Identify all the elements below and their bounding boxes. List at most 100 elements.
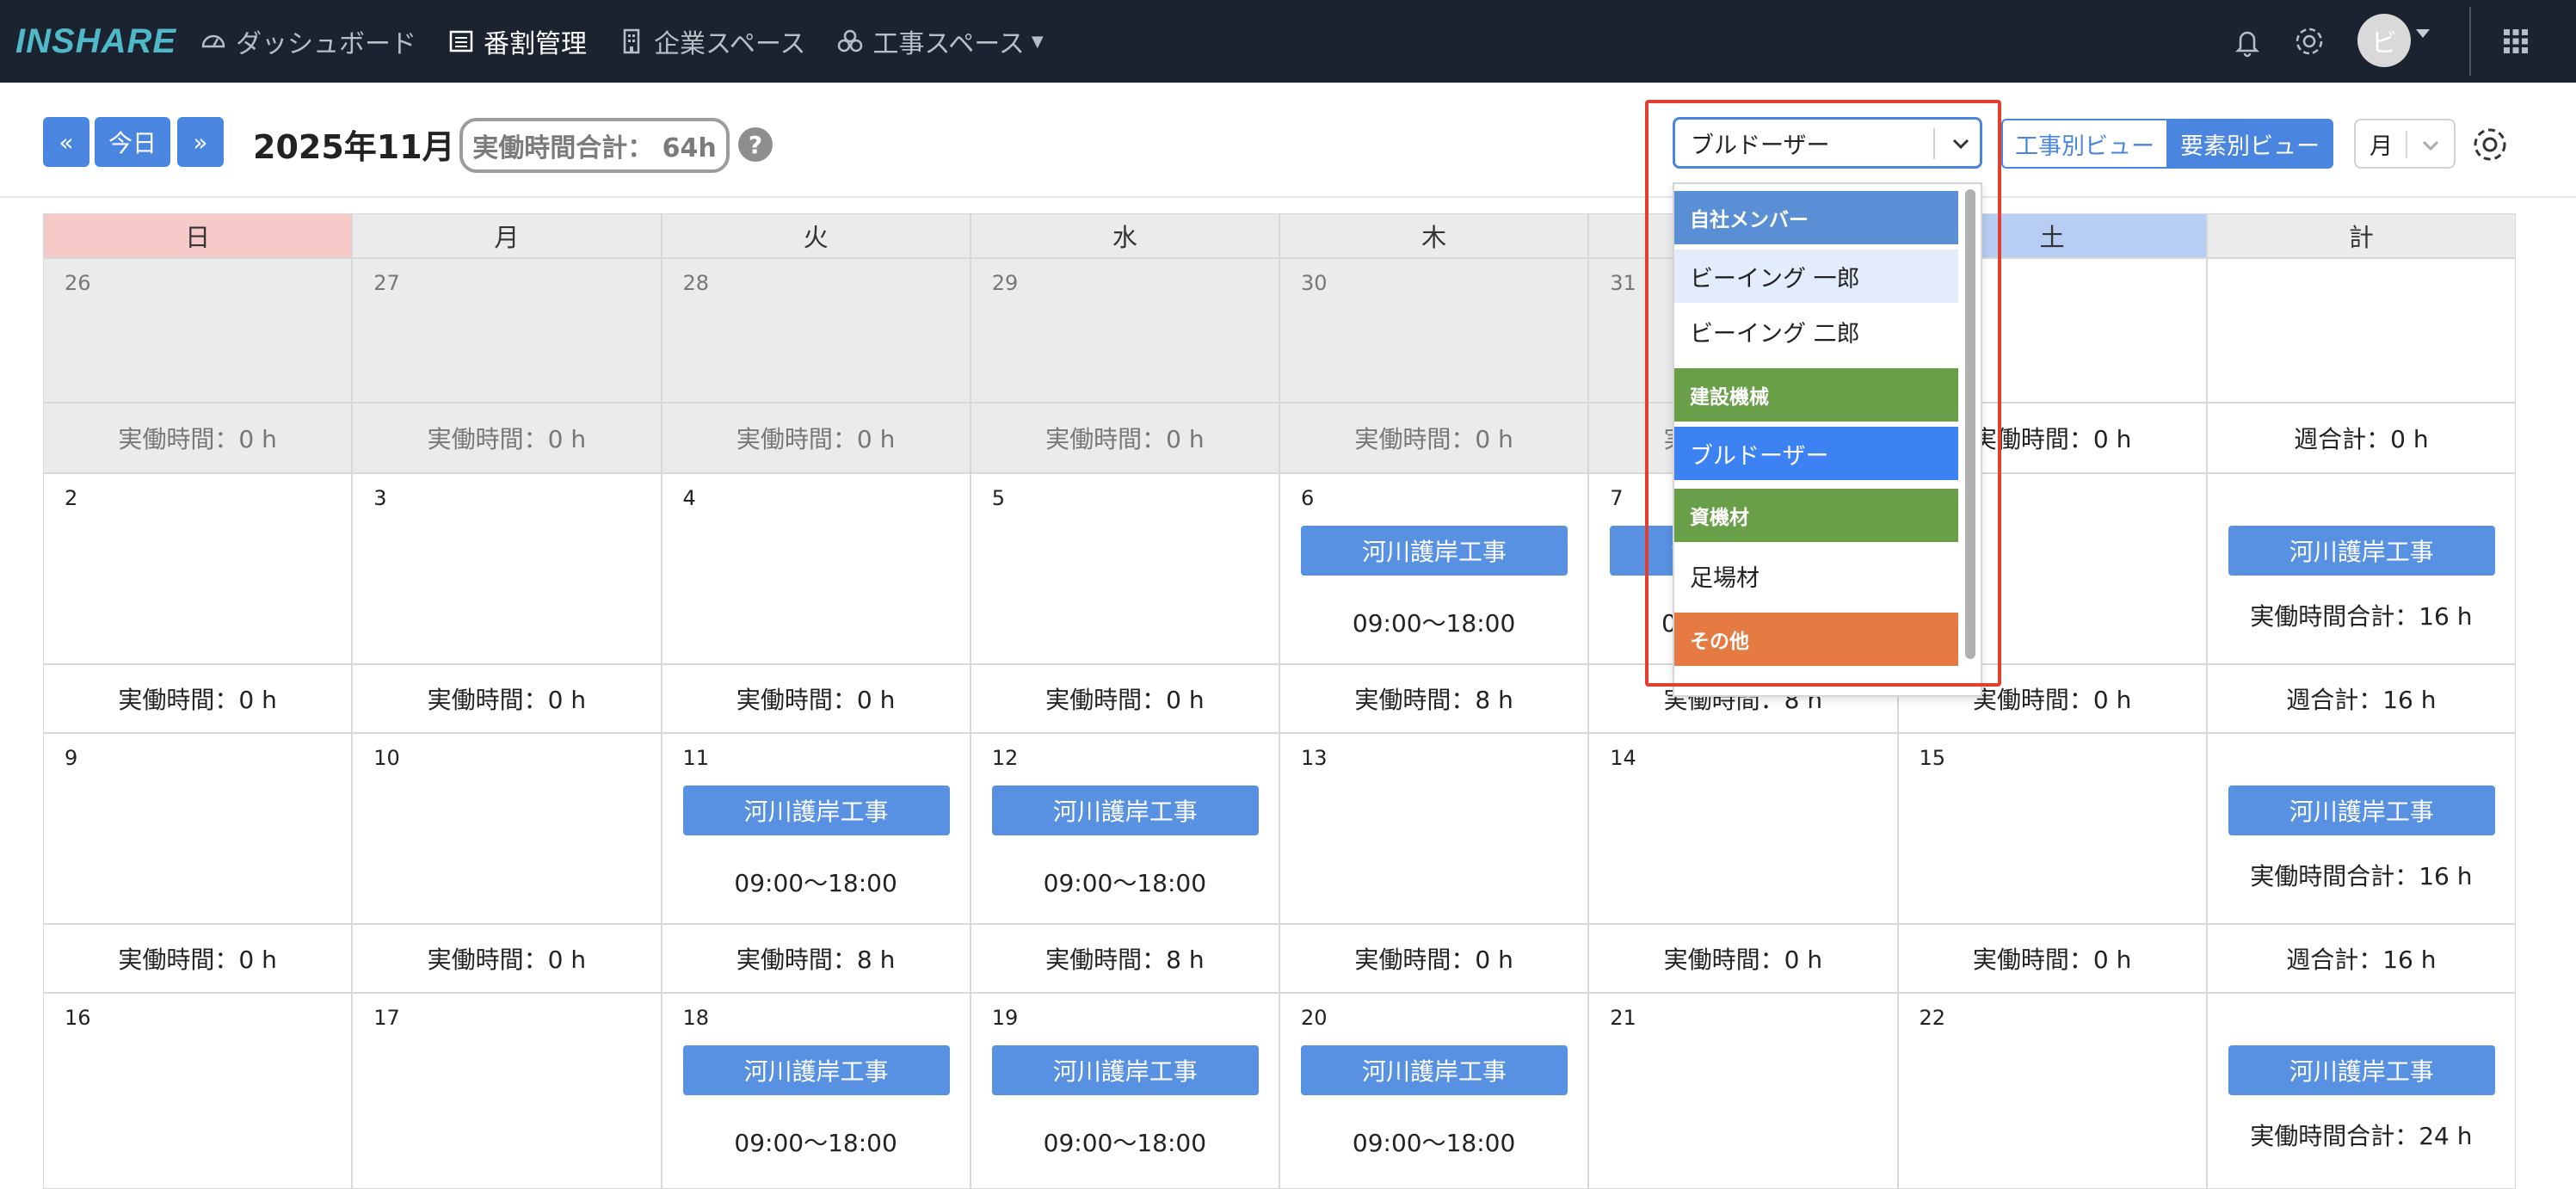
day-cell[interactable]: 14 [1588, 733, 1898, 924]
day-hours-total: 実働時間：0 h [43, 664, 353, 733]
dropdown-group-other: その他 [1674, 613, 1958, 666]
day-cell[interactable]: 10 [352, 733, 662, 924]
user-avatar[interactable]: ビ [2357, 14, 2411, 67]
event-chip[interactable]: 河川護岸工事 [682, 1045, 950, 1095]
day-cell[interactable]: 29 [970, 258, 1279, 403]
toolbar-divider [0, 196, 2576, 198]
next-month-button[interactable]: » [177, 117, 224, 167]
nav-construction-space[interactable]: 工事スペース ▼ [835, 0, 1044, 83]
chevron-down-icon: ▼ [1031, 32, 1044, 51]
dropdown-option[interactable]: 足場材 [1674, 549, 1958, 602]
dropdown-option[interactable]: ビーイング 二郎 [1674, 305, 1958, 358]
week-event-chip[interactable]: 河川護岸工事 [2228, 526, 2495, 576]
dropdown-group-construction-machinery: 建設機械 [1674, 368, 1958, 422]
day-cell[interactable]: 15 [1897, 733, 2207, 924]
event-time: 09:00〜18:00 [1043, 869, 1207, 897]
day-cell[interactable]: 17 [352, 993, 662, 1189]
day-number: 31 [1610, 271, 1636, 295]
day-number: 15 [1919, 746, 1946, 770]
day-cell[interactable]: 5 [970, 473, 1279, 664]
app-logo[interactable]: INSHARE [15, 22, 176, 61]
day-cell[interactable]: 13 [1279, 733, 1589, 924]
day-cell[interactable]: 9 [43, 733, 353, 924]
day-cell[interactable]: 12 河川護岸工事 09:00〜18:00 [970, 733, 1279, 924]
chevron-down-icon[interactable] [1947, 130, 1975, 157]
day-cell[interactable]: 16 [43, 993, 353, 1189]
day-number: 29 [991, 271, 1019, 295]
day-number: 14 [1610, 746, 1636, 770]
day-number: 7 [1610, 486, 1624, 510]
element-filter-dropdown: 自社メンバー ビーイング 一郎 ビーイング 二郎 建設機械 ブルドーザー 資機材… [1673, 182, 1982, 697]
event-chip[interactable]: 河川護岸工事 [1301, 1045, 1568, 1095]
day-number: 5 [991, 486, 1006, 510]
weekday-header: 木 [1279, 213, 1589, 258]
gear-icon[interactable] [2287, 19, 2332, 64]
week-event-chip[interactable]: 河川護岸工事 [2228, 785, 2495, 835]
day-hours-total: 実働時間：8 h [1279, 664, 1589, 733]
day-cell[interactable]: 19 河川護岸工事 09:00〜18:00 [970, 993, 1279, 1189]
element-view-button[interactable]: 要素別ビュー [2166, 119, 2333, 169]
prev-month-button[interactable]: « [43, 117, 89, 167]
bell-icon[interactable] [2225, 19, 2270, 64]
view-toggle: 工事別ビュー 要素別ビュー [2001, 119, 2333, 169]
day-hours-total: 実働時間：0 h [661, 403, 971, 473]
cluster-icon [835, 26, 866, 57]
element-filter-select[interactable]: ブルドーザー [1673, 117, 1982, 169]
period-select-value: 月 [2370, 132, 2393, 160]
grid-icon[interactable] [2493, 19, 2538, 64]
day-cell[interactable]: 3 [352, 473, 662, 664]
page-title: 2025年11月 [253, 128, 455, 166]
day-number: 21 [1610, 1006, 1636, 1030]
dropdown-scrollbar[interactable] [1965, 189, 1975, 659]
day-cell[interactable]: 11 河川護岸工事 09:00〜18:00 [661, 733, 971, 924]
day-cell[interactable]: 21 [1588, 993, 1898, 1189]
dropdown-option-selected[interactable]: ブルドーザー [1674, 427, 1958, 480]
day-number: 22 [1919, 1006, 1946, 1030]
event-chip[interactable]: 河川護岸工事 [1301, 526, 1568, 576]
chevron-down-icon[interactable] [2418, 132, 2444, 158]
event-chip[interactable]: 河川護岸工事 [682, 785, 950, 835]
day-cell[interactable]: 26 [43, 258, 353, 403]
event-chip[interactable]: 河川護岸工事 [991, 785, 1259, 835]
day-hours-total: 実働時間：0 h [352, 403, 662, 473]
help-icon[interactable]: ? [738, 127, 773, 162]
day-cell[interactable]: 6 河川護岸工事 09:00〜18:00 [1279, 473, 1589, 664]
dashboard-icon [198, 26, 229, 57]
day-hours-total: 実働時間：0 h [352, 924, 662, 993]
today-button[interactable]: 今日 [95, 117, 170, 167]
avatar-chevron-down-icon[interactable] [2416, 29, 2430, 38]
event-time: 09:00〜18:00 [734, 869, 897, 897]
day-number: 4 [682, 486, 696, 510]
day-number: 30 [1301, 271, 1328, 295]
day-cell[interactable]: 30 [1279, 258, 1589, 403]
day-cell[interactable]: 18 河川護岸工事 09:00〜18:00 [661, 993, 971, 1189]
day-cell[interactable]: 2 [43, 473, 353, 664]
day-hours-total: 実働時間：0 h [1588, 924, 1898, 993]
weekday-header: 計 [2206, 213, 2516, 258]
week-total: 週合計：16 h [2206, 664, 2516, 733]
week-hours-total: 実働時間合計：16 h [2250, 602, 2473, 631]
dropdown-option[interactable]: ビーイング 一郎 [1674, 250, 1958, 303]
day-hours-total: 実働時間：0 h [1279, 403, 1589, 473]
project-view-button[interactable]: 工事別ビュー [2001, 119, 2166, 169]
day-cell[interactable]: 22 [1897, 993, 2207, 1189]
nav-dashboard[interactable]: ダッシュボード [198, 0, 416, 83]
nav-shift-management-label: 番割管理 [484, 29, 587, 59]
calendar-settings-gear-icon[interactable] [2468, 122, 2512, 167]
day-cell[interactable]: 4 [661, 473, 971, 664]
nav-shift-management[interactable]: 番割管理 [446, 0, 587, 83]
nav-construction-space-label: 工事スペース [872, 29, 1025, 59]
day-cell[interactable]: 27 [352, 258, 662, 403]
nav-company-space[interactable]: 企業スペース [616, 0, 805, 83]
event-chip[interactable]: 河川護岸工事 [991, 1045, 1259, 1095]
day-cell[interactable]: 28 [661, 258, 971, 403]
week-event-chip[interactable]: 河川護岸工事 [2228, 1045, 2495, 1095]
week-summary-cell: 河川護岸工事 実働時間合計：16 h [2206, 733, 2516, 924]
nav-divider [2469, 7, 2471, 76]
day-number: 18 [682, 1006, 710, 1030]
day-number: 16 [65, 1006, 91, 1030]
week-summary-cell [2206, 258, 2516, 403]
day-cell[interactable]: 20 河川護岸工事 09:00〜18:00 [1279, 993, 1589, 1189]
period-select[interactable]: 月 [2354, 119, 2456, 169]
nav-company-space-label: 企業スペース [654, 29, 806, 59]
